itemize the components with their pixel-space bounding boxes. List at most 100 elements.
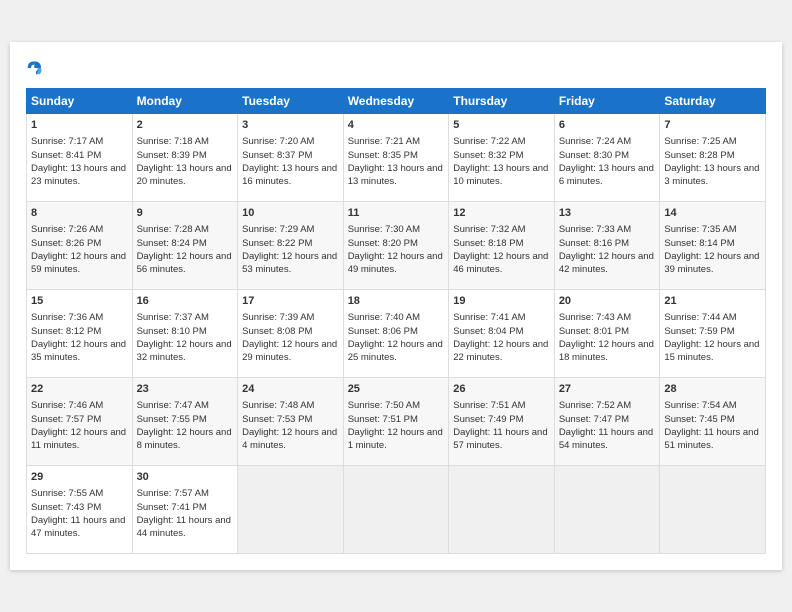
day-number: 29	[31, 470, 128, 485]
daylight-text: Daylight: 13 hours and 3 minutes.	[664, 163, 759, 187]
sunset-text: Sunset: 8:37 PM	[242, 150, 312, 161]
calendar-week-row: 1Sunrise: 7:17 AMSunset: 8:41 PMDaylight…	[27, 114, 766, 202]
calendar-cell: 25Sunrise: 7:50 AMSunset: 7:51 PMDayligh…	[343, 378, 449, 466]
day-number: 3	[242, 118, 339, 133]
calendar-cell: 18Sunrise: 7:40 AMSunset: 8:06 PMDayligh…	[343, 290, 449, 378]
day-number: 20	[559, 294, 656, 309]
daylight-text: Daylight: 12 hours and 15 minutes.	[664, 339, 759, 363]
day-number: 6	[559, 118, 656, 133]
day-number: 2	[137, 118, 234, 133]
calendar-cell: 23Sunrise: 7:47 AMSunset: 7:55 PMDayligh…	[132, 378, 238, 466]
sunrise-text: Sunrise: 7:28 AM	[137, 224, 209, 235]
calendar-cell: 4Sunrise: 7:21 AMSunset: 8:35 PMDaylight…	[343, 114, 449, 202]
day-number: 5	[453, 118, 550, 133]
sunrise-text: Sunrise: 7:18 AM	[137, 136, 209, 147]
calendar-cell: 1Sunrise: 7:17 AMSunset: 8:41 PMDaylight…	[27, 114, 133, 202]
calendar-cell: 28Sunrise: 7:54 AMSunset: 7:45 PMDayligh…	[660, 378, 766, 466]
sunset-text: Sunset: 8:04 PM	[453, 326, 523, 337]
sunset-text: Sunset: 7:49 PM	[453, 414, 523, 425]
sunset-text: Sunset: 8:24 PM	[137, 238, 207, 249]
day-number: 23	[137, 382, 234, 397]
daylight-text: Daylight: 11 hours and 44 minutes.	[137, 515, 231, 539]
sunset-text: Sunset: 7:55 PM	[137, 414, 207, 425]
daylight-text: Daylight: 13 hours and 16 minutes.	[242, 163, 337, 187]
sunrise-text: Sunrise: 7:40 AM	[348, 312, 420, 323]
daylight-text: Daylight: 12 hours and 29 minutes.	[242, 339, 337, 363]
calendar-cell	[554, 466, 660, 554]
calendar-cell: 30 Sunrise: 7:57 AM Sunset: 7:41 PM Dayligh…	[132, 466, 238, 554]
sunrise-text: Sunrise: 7:52 AM	[559, 400, 631, 411]
sunrise-text: Sunrise: 7:30 AM	[348, 224, 420, 235]
sunset-text: Sunset: 8:28 PM	[664, 150, 734, 161]
daylight-text: Daylight: 13 hours and 23 minutes.	[31, 163, 126, 187]
sunset-text: Sunset: 7:41 PM	[137, 502, 207, 513]
daylight-text: Daylight: 12 hours and 25 minutes.	[348, 339, 443, 363]
weekday-header: Thursday	[449, 89, 555, 114]
sunset-text: Sunset: 8:39 PM	[137, 150, 207, 161]
daylight-text: Daylight: 12 hours and 22 minutes.	[453, 339, 548, 363]
sunrise-text: Sunrise: 7:55 AM	[31, 488, 103, 499]
day-number: 13	[559, 206, 656, 221]
day-number: 27	[559, 382, 656, 397]
calendar-cell: 3Sunrise: 7:20 AMSunset: 8:37 PMDaylight…	[238, 114, 344, 202]
day-number: 30	[137, 470, 234, 485]
calendar-week-row: 29Sunrise: 7:55 AMSunset: 7:43 PMDayligh…	[27, 466, 766, 554]
daylight-text: Daylight: 13 hours and 13 minutes.	[348, 163, 443, 187]
calendar-cell: 16Sunrise: 7:37 AMSunset: 8:10 PMDayligh…	[132, 290, 238, 378]
calendar-cell: 24Sunrise: 7:48 AMSunset: 7:53 PMDayligh…	[238, 378, 344, 466]
weekday-header: Friday	[554, 89, 660, 114]
sunrise-text: Sunrise: 7:29 AM	[242, 224, 314, 235]
day-number: 25	[348, 382, 445, 397]
calendar-week-row: 15Sunrise: 7:36 AMSunset: 8:12 PMDayligh…	[27, 290, 766, 378]
sunset-text: Sunset: 7:45 PM	[664, 414, 734, 425]
sunrise-text: Sunrise: 7:17 AM	[31, 136, 103, 147]
sunset-text: Sunset: 8:10 PM	[137, 326, 207, 337]
daylight-text: Daylight: 12 hours and 42 minutes.	[559, 251, 654, 275]
sunrise-text: Sunrise: 7:57 AM	[137, 488, 209, 499]
day-number: 26	[453, 382, 550, 397]
day-number: 1	[31, 118, 128, 133]
day-number: 19	[453, 294, 550, 309]
sunset-text: Sunset: 8:30 PM	[559, 150, 629, 161]
daylight-text: Daylight: 12 hours and 18 minutes.	[559, 339, 654, 363]
sunrise-text: Sunrise: 7:43 AM	[559, 312, 631, 323]
calendar-cell: 15Sunrise: 7:36 AMSunset: 8:12 PMDayligh…	[27, 290, 133, 378]
sunset-text: Sunset: 8:22 PM	[242, 238, 312, 249]
day-number: 11	[348, 206, 445, 221]
sunset-text: Sunset: 7:53 PM	[242, 414, 312, 425]
calendar-cell	[660, 466, 766, 554]
sunrise-text: Sunrise: 7:48 AM	[242, 400, 314, 411]
calendar-thead: SundayMondayTuesdayWednesdayThursdayFrid…	[27, 89, 766, 114]
sunrise-text: Sunrise: 7:54 AM	[664, 400, 736, 411]
day-number: 4	[348, 118, 445, 133]
calendar-cell: 11Sunrise: 7:30 AMSunset: 8:20 PMDayligh…	[343, 202, 449, 290]
calendar-table: SundayMondayTuesdayWednesdayThursdayFrid…	[26, 88, 766, 554]
daylight-text: Daylight: 11 hours and 47 minutes.	[31, 515, 125, 539]
sunset-text: Sunset: 8:35 PM	[348, 150, 418, 161]
day-number: 14	[664, 206, 761, 221]
logo	[26, 58, 50, 78]
calendar-week-row: 22Sunrise: 7:46 AMSunset: 7:57 PMDayligh…	[27, 378, 766, 466]
sunset-text: Sunset: 8:01 PM	[559, 326, 629, 337]
daylight-text: Daylight: 12 hours and 1 minute.	[348, 427, 443, 451]
day-number: 8	[31, 206, 128, 221]
day-number: 10	[242, 206, 339, 221]
daylight-text: Daylight: 12 hours and 39 minutes.	[664, 251, 759, 275]
weekday-header: Tuesday	[238, 89, 344, 114]
calendar-cell: 12Sunrise: 7:32 AMSunset: 8:18 PMDayligh…	[449, 202, 555, 290]
sunrise-text: Sunrise: 7:39 AM	[242, 312, 314, 323]
daylight-text: Daylight: 11 hours and 51 minutes.	[664, 427, 758, 451]
calendar-cell: 22Sunrise: 7:46 AMSunset: 7:57 PMDayligh…	[27, 378, 133, 466]
calendar-cell: 9Sunrise: 7:28 AMSunset: 8:24 PMDaylight…	[132, 202, 238, 290]
calendar-cell: 17Sunrise: 7:39 AMSunset: 8:08 PMDayligh…	[238, 290, 344, 378]
calendar-body: 1Sunrise: 7:17 AMSunset: 8:41 PMDaylight…	[27, 114, 766, 554]
sunrise-text: Sunrise: 7:36 AM	[31, 312, 103, 323]
sunrise-text: Sunrise: 7:26 AM	[31, 224, 103, 235]
sunset-text: Sunset: 8:06 PM	[348, 326, 418, 337]
sunset-text: Sunset: 8:14 PM	[664, 238, 734, 249]
weekday-header: Sunday	[27, 89, 133, 114]
calendar-cell	[449, 466, 555, 554]
sunrise-text: Sunrise: 7:32 AM	[453, 224, 525, 235]
calendar-cell: 21Sunrise: 7:44 AMSunset: 7:59 PMDayligh…	[660, 290, 766, 378]
weekday-header: Monday	[132, 89, 238, 114]
